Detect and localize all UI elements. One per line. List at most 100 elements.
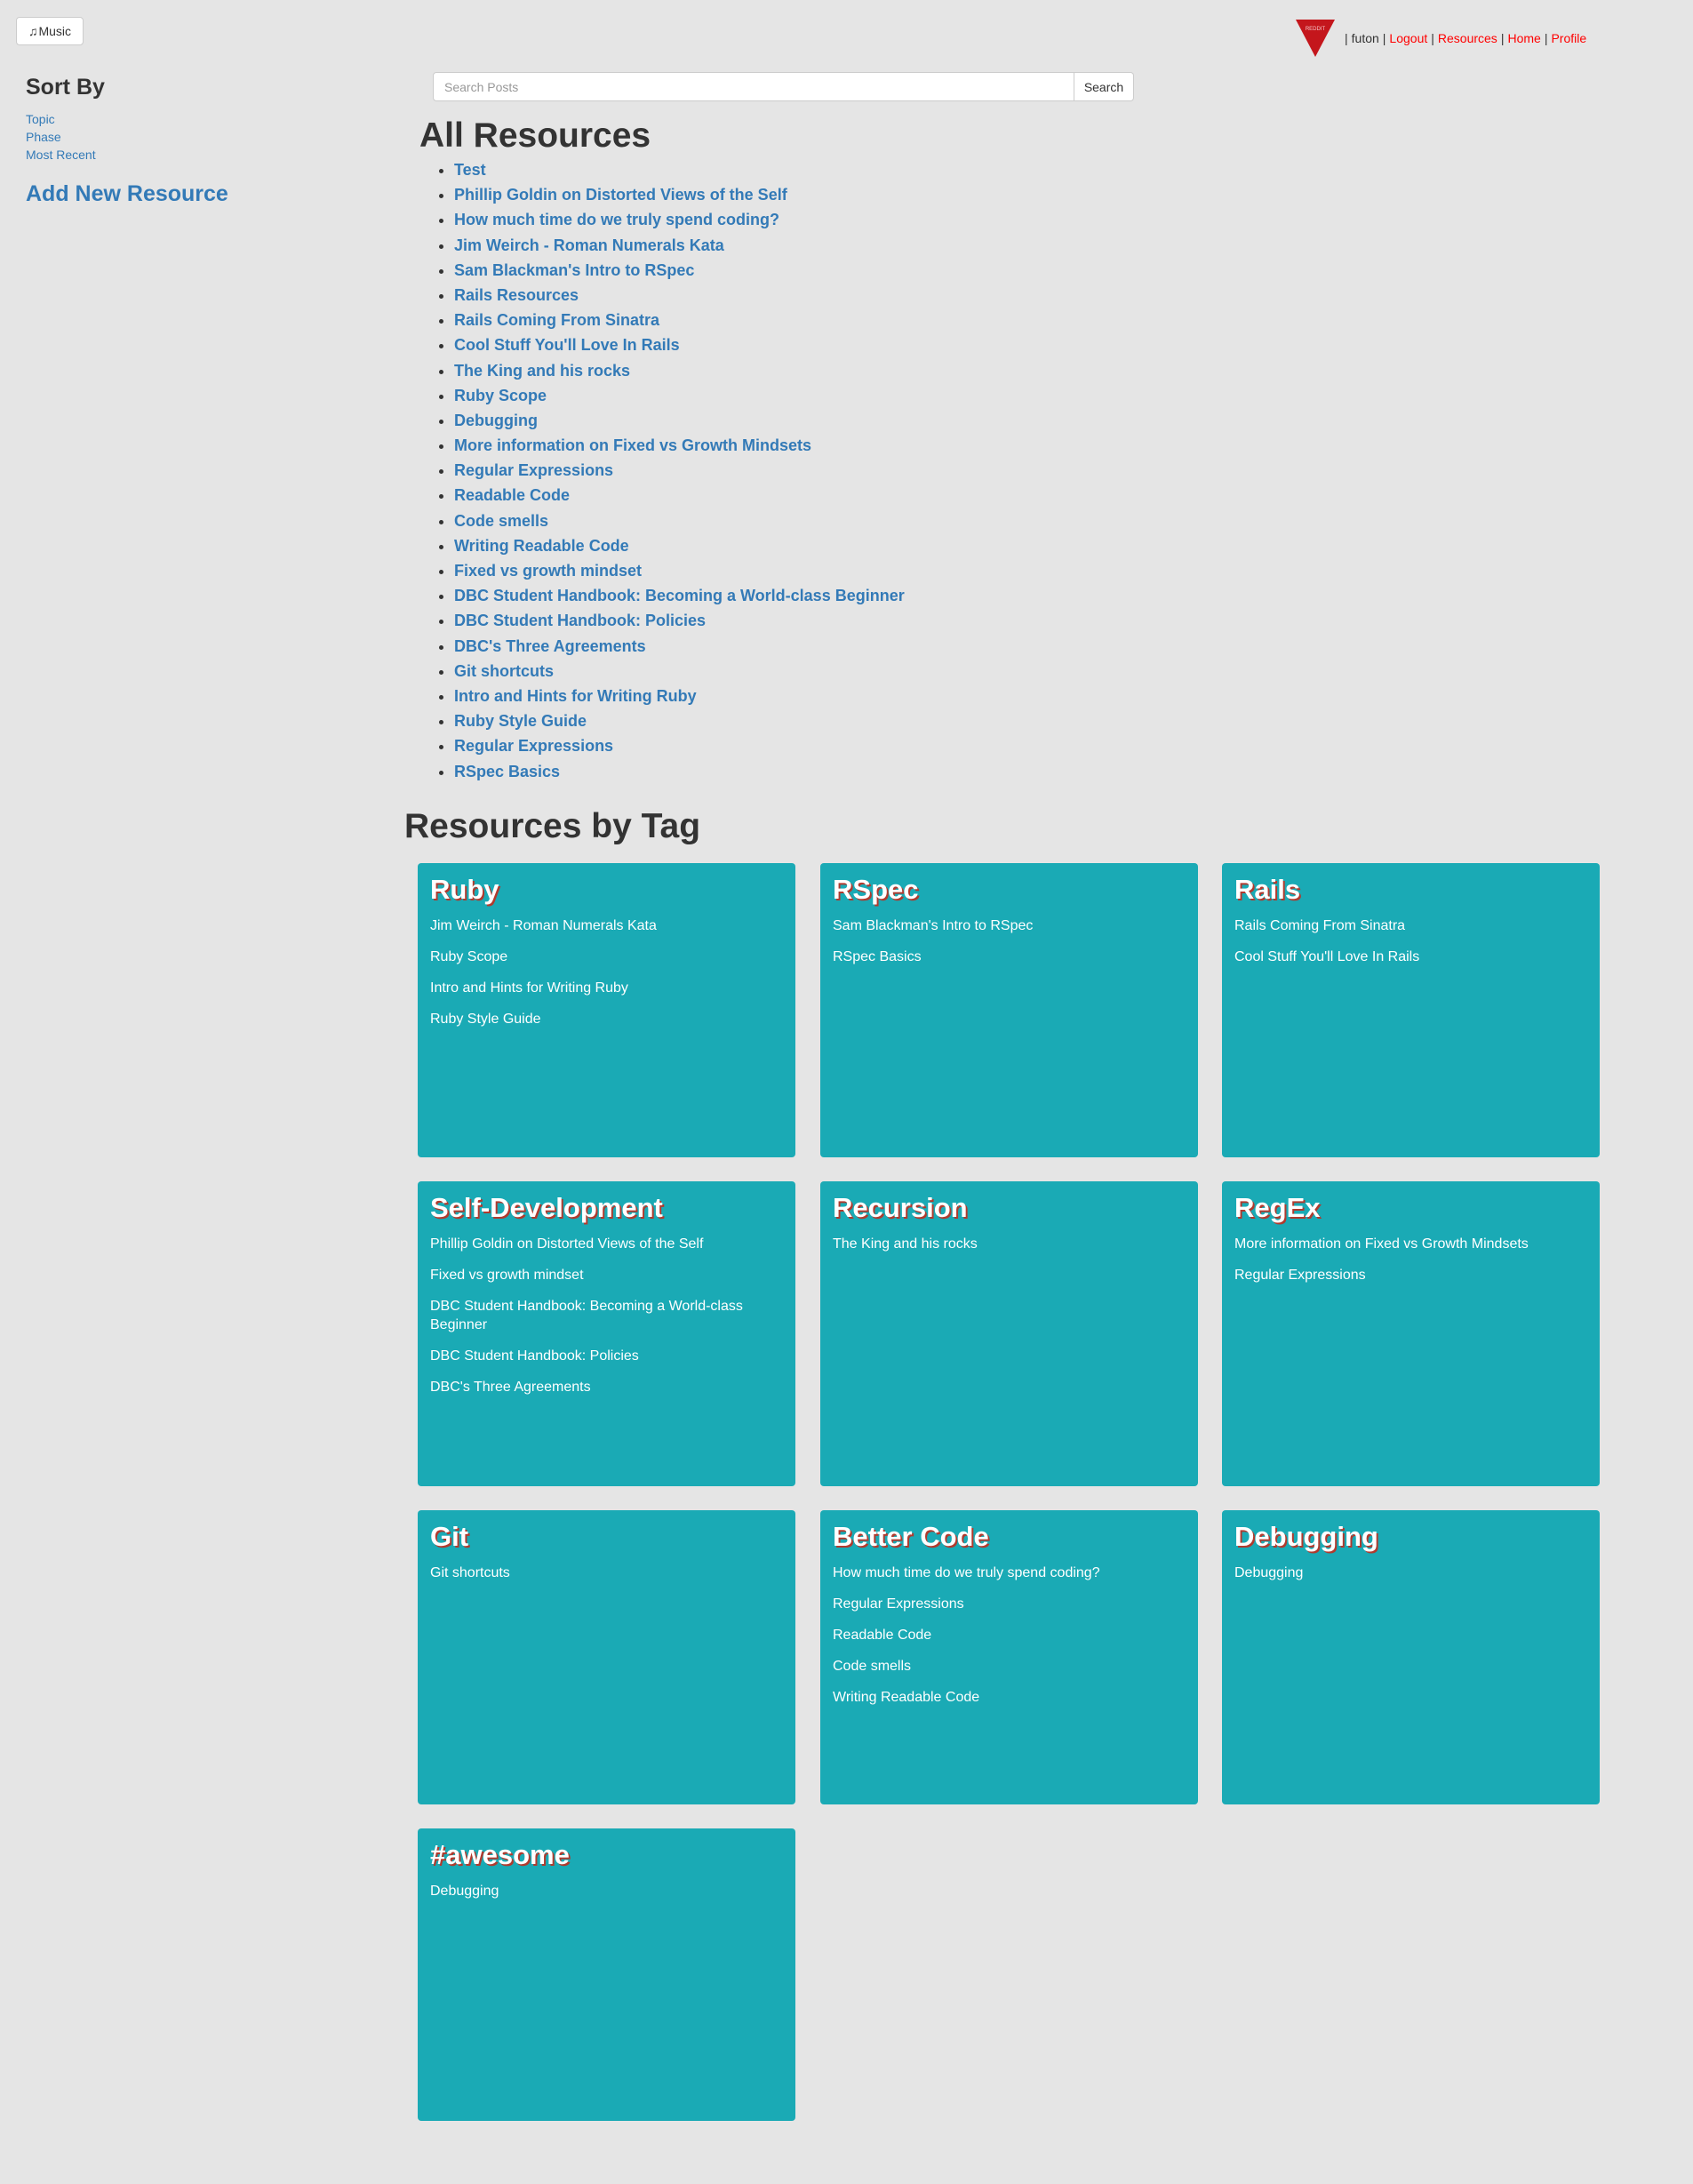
tag-card-item[interactable]: Regular Expressions	[1234, 1266, 1587, 1284]
tag-card: Ruby Jim Weirch - Roman Numerals Kata Ruby…	[418, 863, 795, 1157]
all-resources-title: All Resources	[419, 116, 651, 155]
resource-link[interactable]: How much time do we truly spend coding?	[454, 211, 779, 228]
search-input[interactable]	[433, 72, 1074, 101]
tag-card-item[interactable]: Intro and Hints for Writing Ruby	[430, 979, 783, 997]
list-item: Readable Code	[454, 483, 905, 508]
tag-card-title: Better Code	[833, 1521, 989, 1552]
svg-text:REDDIT: REDDIT	[1306, 27, 1326, 32]
resource-link[interactable]: Ruby Scope	[454, 387, 547, 404]
list-item: Writing Readable Code	[454, 533, 905, 558]
list-item: Ruby Scope	[454, 383, 905, 408]
resource-link[interactable]: Rails Coming From Sinatra	[454, 311, 659, 329]
tag-card-item[interactable]: DBC's Three Agreements	[430, 1378, 783, 1396]
tag-card-item[interactable]: Cool Stuff You'll Love In Rails	[1234, 948, 1587, 966]
resource-link[interactable]: Git shortcuts	[454, 662, 554, 680]
tag-card-title: Debugging	[1234, 1521, 1378, 1552]
tag-card-item[interactable]: DBC Student Handbook: Becoming a World-c…	[430, 1297, 783, 1334]
list-item: Regular Expressions	[454, 733, 905, 758]
sort-phase-link[interactable]: Phase	[26, 128, 292, 146]
logout-link[interactable]: Logout	[1389, 31, 1427, 45]
list-item: Sam Blackman's Intro to RSpec	[454, 258, 905, 283]
resource-link[interactable]: Intro and Hints for Writing Ruby	[454, 687, 697, 705]
tag-card-item[interactable]: Sam Blackman's Intro to RSpec	[833, 916, 1186, 935]
resources-link[interactable]: Resources	[1438, 31, 1497, 45]
username: futon	[1351, 31, 1379, 45]
sort-most-recent-link[interactable]: Most Recent	[26, 146, 292, 164]
list-item: Rails Coming From Sinatra	[454, 308, 905, 332]
resource-link[interactable]: Regular Expressions	[454, 461, 613, 479]
list-item: Jim Weirch - Roman Numerals Kata	[454, 233, 905, 258]
home-link[interactable]: Home	[1507, 31, 1540, 45]
search-bar: Search	[433, 72, 1134, 101]
tag-card-item[interactable]: Regular Expressions	[833, 1595, 1186, 1613]
list-item: The King and his rocks	[454, 358, 905, 383]
tag-card-item[interactable]: Ruby Scope	[430, 948, 783, 966]
search-button[interactable]: Search	[1074, 72, 1134, 101]
resource-link[interactable]: DBC's Three Agreements	[454, 637, 646, 655]
list-item: Code smells	[454, 508, 905, 533]
resource-link[interactable]: Phillip Goldin on Distorted Views of the…	[454, 186, 787, 204]
resource-link[interactable]: DBC Student Handbook: Policies	[454, 612, 706, 629]
nav-separator: |	[1544, 31, 1548, 45]
resource-link[interactable]: Cool Stuff You'll Love In Rails	[454, 336, 680, 354]
tag-card-item[interactable]: Debugging	[430, 1882, 783, 1900]
resource-link[interactable]: Debugging	[454, 412, 538, 429]
tag-card-item[interactable]: The King and his rocks	[833, 1235, 1186, 1253]
tag-card-item[interactable]: Phillip Goldin on Distorted Views of the…	[430, 1235, 783, 1253]
resource-link[interactable]: Sam Blackman's Intro to RSpec	[454, 261, 694, 279]
tag-card: Debugging Debugging	[1222, 1510, 1600, 1804]
tag-card: Recursion The King and his rocks	[820, 1181, 1198, 1486]
resource-link[interactable]: More information on Fixed vs Growth Mind…	[454, 436, 811, 454]
tag-card-item[interactable]: Readable Code	[833, 1626, 1186, 1644]
tag-card-item[interactable]: Code smells	[833, 1657, 1186, 1676]
resource-link[interactable]: Writing Readable Code	[454, 537, 629, 555]
list-item: DBC Student Handbook: Becoming a World-c…	[454, 583, 905, 608]
tag-card-item[interactable]: More information on Fixed vs Growth Mind…	[1234, 1235, 1587, 1253]
list-item: DBC Student Handbook: Policies	[454, 608, 905, 633]
add-new-resource-link[interactable]: Add New Resource	[26, 180, 292, 208]
tag-card-title: Ruby	[430, 874, 499, 905]
resource-list: Test Phillip Goldin on Distorted Views of…	[418, 157, 905, 784]
list-item: Regular Expressions	[454, 458, 905, 483]
tag-card-item[interactable]: Rails Coming From Sinatra	[1234, 916, 1587, 935]
nav-separator: |	[1500, 31, 1505, 45]
resource-link[interactable]: Rails Resources	[454, 286, 579, 304]
resource-link[interactable]: Readable Code	[454, 486, 570, 504]
resource-link[interactable]: Jim Weirch - Roman Numerals Kata	[454, 236, 724, 254]
nav-separator: |	[1345, 31, 1348, 45]
resource-link[interactable]: Test	[454, 161, 486, 179]
tag-card-item[interactable]: RSpec Basics	[833, 948, 1186, 966]
resource-link[interactable]: Regular Expressions	[454, 737, 613, 755]
resource-link[interactable]: The King and his rocks	[454, 362, 630, 380]
list-item: Fixed vs growth mindset	[454, 558, 905, 583]
resource-link[interactable]: DBC Student Handbook: Becoming a World-c…	[454, 587, 905, 604]
list-item: DBC's Three Agreements	[454, 634, 905, 659]
tag-card-title: Git	[430, 1521, 469, 1552]
tag-card-item[interactable]: Ruby Style Guide	[430, 1010, 783, 1028]
list-item: Ruby Style Guide	[454, 708, 905, 733]
tag-card-item[interactable]: Debugging	[1234, 1564, 1587, 1582]
music-button[interactable]: ♫ Music	[16, 17, 84, 45]
tag-card-item[interactable]: DBC Student Handbook: Policies	[430, 1347, 783, 1365]
tag-card-item[interactable]: Git shortcuts	[430, 1564, 783, 1582]
profile-link[interactable]: Profile	[1551, 31, 1586, 45]
top-nav: REDDIT | futon | Logout | Resources | Ho…	[1295, 18, 1586, 59]
sort-topic-link[interactable]: Topic	[26, 110, 292, 128]
list-item: More information on Fixed vs Growth Mind…	[454, 433, 905, 458]
tag-card-item[interactable]: How much time do we truly spend coding?	[833, 1564, 1186, 1582]
resource-link[interactable]: Ruby Style Guide	[454, 712, 587, 730]
resource-link[interactable]: Code smells	[454, 512, 548, 530]
tag-card-title: Recursion	[833, 1192, 968, 1223]
tag-card: Git Git shortcuts	[418, 1510, 795, 1804]
music-button-label: Music	[38, 24, 72, 38]
tag-card-item[interactable]: Writing Readable Code	[833, 1688, 1186, 1707]
site-logo[interactable]: REDDIT	[1295, 18, 1336, 59]
tag-card-item[interactable]: Fixed vs growth mindset	[430, 1266, 783, 1284]
tag-card: RSpec Sam Blackman's Intro to RSpec RSpec …	[820, 863, 1198, 1157]
resources-by-tag-title: Resources by Tag	[404, 807, 701, 845]
list-item: Git shortcuts	[454, 659, 905, 684]
resource-link[interactable]: Fixed vs growth mindset	[454, 562, 642, 580]
tag-card-item[interactable]: Jim Weirch - Roman Numerals Kata	[430, 916, 783, 935]
resource-link[interactable]: RSpec Basics	[454, 763, 560, 780]
list-item: RSpec Basics	[454, 759, 905, 784]
